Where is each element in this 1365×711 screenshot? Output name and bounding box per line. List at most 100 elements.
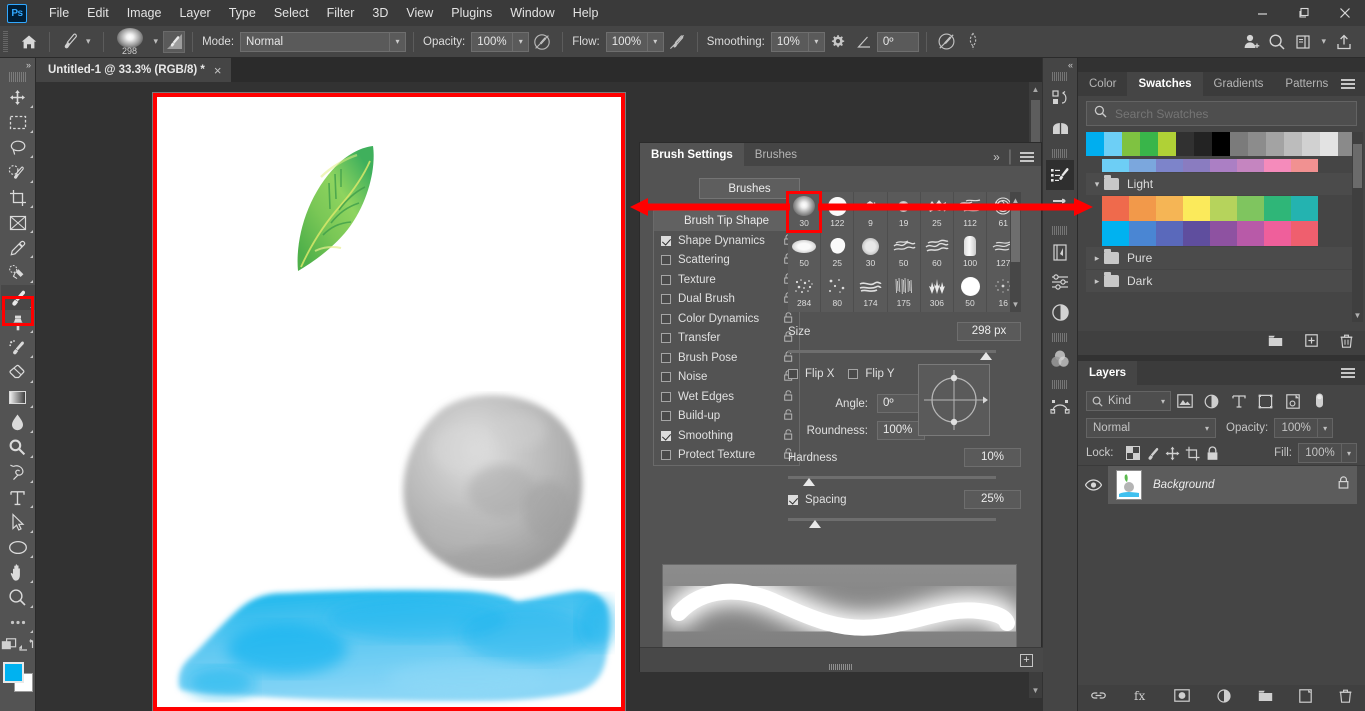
- smart-object-filter-icon[interactable]: [1279, 390, 1306, 412]
- brushes-icon[interactable]: [1046, 190, 1074, 220]
- swatch-group-pure[interactable]: ▸ Pure: [1086, 247, 1358, 269]
- symmetry-icon[interactable]: [934, 30, 960, 54]
- adjustments-circle-icon[interactable]: [1046, 297, 1074, 327]
- pen-tool[interactable]: [1, 460, 35, 485]
- maximize-icon[interactable]: [1283, 0, 1324, 26]
- dynamic-brush-pose[interactable]: Brush Pose: [654, 348, 799, 368]
- swatch-chip[interactable]: [1291, 196, 1318, 221]
- swatch-chip[interactable]: [1237, 221, 1264, 246]
- quick-mask-icon[interactable]: [1, 638, 18, 658]
- brush-preset[interactable]: 174: [854, 272, 888, 312]
- menu-image[interactable]: Image: [118, 0, 171, 26]
- document-tab[interactable]: Untitled-1 @ 33.3% (RGB/8) * ×: [36, 58, 232, 82]
- swatch-chip[interactable]: [1183, 196, 1210, 221]
- swatch-chip[interactable]: [1156, 159, 1183, 172]
- menu-type[interactable]: Type: [220, 0, 265, 26]
- tab-gradients[interactable]: Gradients: [1203, 72, 1275, 96]
- menu-window[interactable]: Window: [501, 0, 563, 26]
- swatch-chip[interactable]: [1264, 159, 1291, 172]
- checkbox[interactable]: [661, 255, 671, 266]
- foreground-color-swatch[interactable]: [2, 662, 24, 683]
- swatch-group-dark[interactable]: ▸ Dark: [1086, 270, 1358, 292]
- swatch-chip[interactable]: [1156, 196, 1183, 221]
- menu-edit[interactable]: Edit: [78, 0, 118, 26]
- gear-icon[interactable]: [825, 30, 851, 54]
- brush-preset[interactable]: 9: [854, 192, 888, 232]
- swatch-search-row[interactable]: [1086, 101, 1357, 126]
- brush-grid-scrollbar[interactable]: ▲ ▼: [1010, 192, 1021, 312]
- rail-grip[interactable]: [1052, 333, 1068, 342]
- swatches-scrollbar[interactable]: ▼: [1352, 132, 1363, 322]
- history-icon[interactable]: [1046, 237, 1074, 267]
- airbrush-icon[interactable]: [664, 30, 690, 54]
- brush-tool[interactable]: [0, 285, 35, 310]
- libraries-icon[interactable]: [1046, 83, 1074, 113]
- brush-preset[interactable]: 50: [888, 232, 921, 272]
- lock-artboard-icon[interactable]: [1183, 443, 1203, 463]
- swatch-chip[interactable]: [1129, 159, 1156, 172]
- crop-tool[interactable]: [1, 185, 35, 210]
- swatch-chip[interactable]: [1129, 221, 1156, 246]
- brush-preset[interactable]: 25: [921, 192, 954, 232]
- properties-icon[interactable]: [1046, 267, 1074, 297]
- swatch-chip[interactable]: [1156, 221, 1183, 246]
- slider-thumb[interactable]: [802, 478, 815, 486]
- swatch-chip[interactable]: [1140, 132, 1158, 156]
- layer-opacity-value[interactable]: 100%: [1274, 418, 1319, 438]
- brush-preset-chevron-down-icon[interactable]: ▾: [149, 36, 164, 47]
- swatch-chip[interactable]: [1248, 132, 1266, 156]
- brush-preset[interactable]: 122: [821, 192, 855, 232]
- chevron-down-icon[interactable]: ▾: [1342, 443, 1357, 463]
- spacing-value[interactable]: 25%: [964, 490, 1021, 509]
- scroll-up-icon[interactable]: ▲: [1010, 192, 1021, 208]
- eraser-tool[interactable]: [1, 360, 35, 385]
- menu-3d[interactable]: 3D: [363, 0, 397, 26]
- menu-plugins[interactable]: Plugins: [442, 0, 501, 26]
- brush-preset[interactable]: 50: [954, 272, 988, 312]
- new-group-icon[interactable]: [1268, 334, 1283, 352]
- double-chevron-right-icon[interactable]: »: [993, 150, 1000, 164]
- flow-select[interactable]: 100% ▾: [605, 31, 664, 52]
- tool-preset-chevron-down-icon[interactable]: ▾: [81, 36, 96, 47]
- swatch-chip[interactable]: [1237, 196, 1264, 221]
- lock-icon[interactable]: [784, 390, 793, 404]
- brush-tip-shape-header[interactable]: Brush Tip Shape: [654, 211, 799, 231]
- light-swatch-row-2[interactable]: [1086, 221, 1358, 246]
- swatch-chip[interactable]: [1230, 132, 1248, 156]
- tab-patterns[interactable]: Patterns: [1274, 72, 1339, 96]
- layer-lock-icon[interactable]: [1338, 476, 1349, 494]
- rail-grip[interactable]: [1052, 72, 1068, 81]
- angle-roundness-dial[interactable]: [918, 364, 990, 436]
- lock-image-icon[interactable]: [1143, 443, 1163, 463]
- scroll-down-icon[interactable]: ▼: [1352, 308, 1363, 322]
- dodge-tool[interactable]: [1, 435, 35, 460]
- checkbox[interactable]: [661, 372, 671, 383]
- scroll-thumb[interactable]: [1011, 210, 1020, 262]
- swatch-chip[interactable]: [1266, 132, 1284, 156]
- pixel-filter-icon[interactable]: [1171, 390, 1198, 412]
- menu-view[interactable]: View: [397, 0, 442, 26]
- rail-grip[interactable]: [1052, 226, 1068, 235]
- swatch-chip[interactable]: [1102, 196, 1129, 221]
- flip-y-checkbox[interactable]: [848, 369, 859, 379]
- rail-grip[interactable]: [1052, 149, 1068, 158]
- swatch-chip[interactable]: [1158, 132, 1176, 156]
- tab-brushes[interactable]: Brushes: [744, 143, 808, 166]
- lock-position-icon[interactable]: [1163, 443, 1183, 463]
- swatch-chip[interactable]: [1212, 132, 1230, 156]
- swatch-chip[interactable]: [1102, 221, 1129, 246]
- zoom-tool[interactable]: [1, 585, 35, 610]
- partial-swatch-row[interactable]: [1086, 159, 1358, 172]
- screen-mode-icon[interactable]: [18, 638, 34, 658]
- brush-preset[interactable]: 30: [854, 232, 888, 272]
- workspace-chevron-down-icon[interactable]: ▾: [1316, 36, 1331, 47]
- search-input[interactable]: [1115, 106, 1349, 121]
- swatch-chip[interactable]: [1210, 221, 1237, 246]
- hardness-slider[interactable]: [788, 476, 996, 486]
- swatch-chip[interactable]: [1237, 159, 1264, 172]
- brush-preset[interactable]: 25: [821, 232, 855, 272]
- dynamic-noise[interactable]: Noise: [654, 368, 799, 388]
- swatch-chip[interactable]: [1183, 159, 1210, 172]
- size-value[interactable]: 298 px: [957, 322, 1021, 341]
- swatch-chip[interactable]: [1291, 221, 1318, 246]
